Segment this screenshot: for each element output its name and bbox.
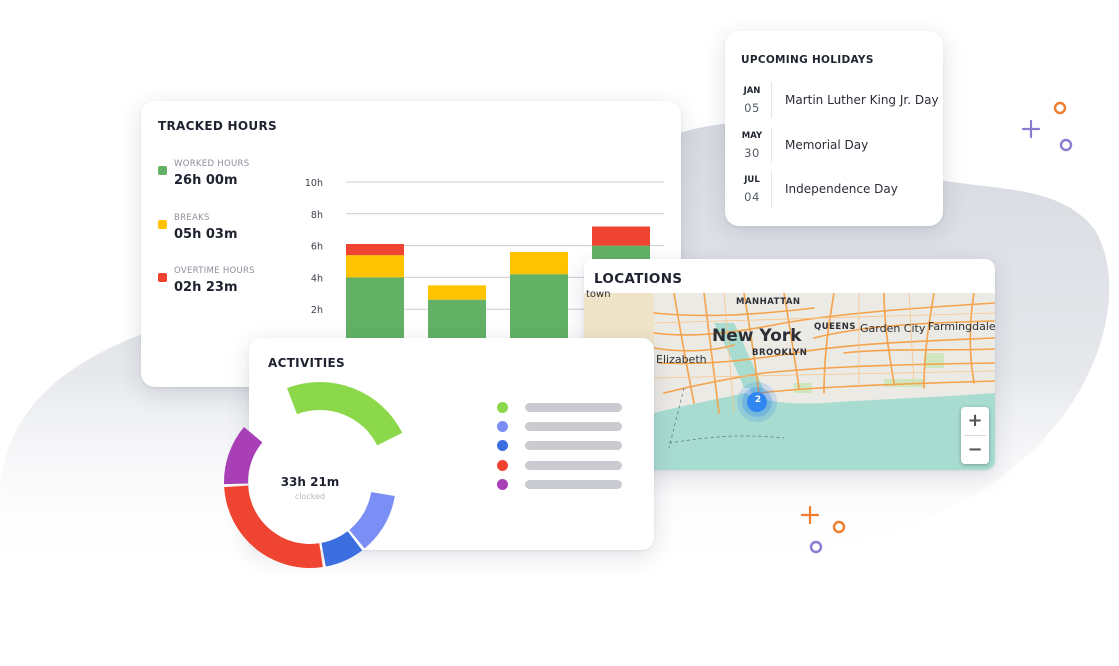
activity-color-dot — [497, 479, 508, 490]
holiday-divider — [771, 171, 772, 207]
y-tick-label: 8h — [311, 210, 323, 221]
y-tick-label: 4h — [311, 273, 323, 284]
upcoming-holidays-card: UPCOMING HOLIDAYS JAN 05 Martin Luther K… — [725, 31, 943, 226]
map-label-elizabeth: Elizabeth — [656, 353, 707, 366]
map-label-garden-city: Garden City — [860, 322, 926, 335]
map-label-town: town — [586, 289, 611, 300]
map-label-brooklyn: BROOKLYN — [752, 348, 808, 358]
bar-segment — [428, 299, 486, 341]
activities-donut: 33h 21m clocked — [222, 371, 444, 574]
plus-icon — [800, 505, 820, 525]
holiday-name: Martin Luther King Jr. Day — [785, 93, 939, 107]
donut-segment — [287, 382, 403, 446]
holiday-divider — [771, 127, 772, 163]
activity-color-dot — [497, 402, 508, 413]
activity-color-dot — [497, 421, 508, 432]
bar-segment — [510, 274, 568, 341]
zoom-in-button[interactable]: + — [961, 407, 989, 435]
locations-title: LOCATIONS — [594, 271, 683, 287]
plus-icon — [1021, 119, 1041, 139]
map-label-farmingdale: Farmingdale — [928, 320, 995, 333]
holiday-name: Independence Day — [785, 182, 898, 196]
activity-placeholder-bar — [525, 422, 622, 431]
decorative-shapes-top-right — [1021, 101, 1073, 152]
activity-color-dot — [497, 460, 508, 471]
bar-segment — [346, 255, 404, 278]
y-tick-label: 2h — [311, 305, 323, 316]
y-tick-label: 10h — [305, 178, 323, 189]
activities-donut-chart — [224, 382, 403, 568]
activity-placeholder-bar — [525, 403, 622, 412]
y-tick-label: 6h — [311, 242, 323, 253]
bar-segment — [346, 277, 404, 341]
donut-total: 33h 21m — [280, 475, 340, 489]
bar-segment — [346, 244, 404, 256]
bar-segment — [510, 251, 568, 275]
map-label-queens: QUEENS — [814, 322, 856, 332]
map-label-manhattan: MANHATTAN — [736, 297, 801, 307]
donut-subtitle: clocked — [294, 492, 326, 501]
ring-icon — [832, 520, 846, 534]
ring-icon — [1059, 138, 1073, 152]
holiday-row: MAY 30 Memorial Day — [725, 127, 943, 165]
zoom-out-button[interactable]: − — [961, 436, 989, 464]
holiday-row: JUL 04 Independence Day — [725, 171, 943, 209]
decorative-shapes-bottom — [800, 505, 846, 554]
map-cluster-count[interactable]: 2 — [751, 395, 765, 405]
bar-segment — [428, 285, 486, 300]
activity-color-dot — [497, 440, 508, 451]
ring-icon — [1053, 101, 1067, 115]
holidays-title: UPCOMING HOLIDAYS — [741, 54, 874, 66]
map-label-new-york: New York — [712, 326, 802, 346]
activities-title: ACTIVITIES — [268, 356, 345, 370]
ring-icon — [809, 540, 823, 554]
holiday-divider — [771, 82, 772, 118]
bar-segment — [592, 226, 650, 246]
activity-placeholder-bar — [525, 461, 622, 470]
holiday-row: JAN 05 Martin Luther King Jr. Day — [725, 82, 943, 120]
holiday-name: Memorial Day — [785, 138, 869, 152]
activity-placeholder-bar — [525, 480, 622, 489]
activity-placeholder-bar — [525, 441, 622, 450]
map-zoom-control: + − — [961, 407, 989, 464]
